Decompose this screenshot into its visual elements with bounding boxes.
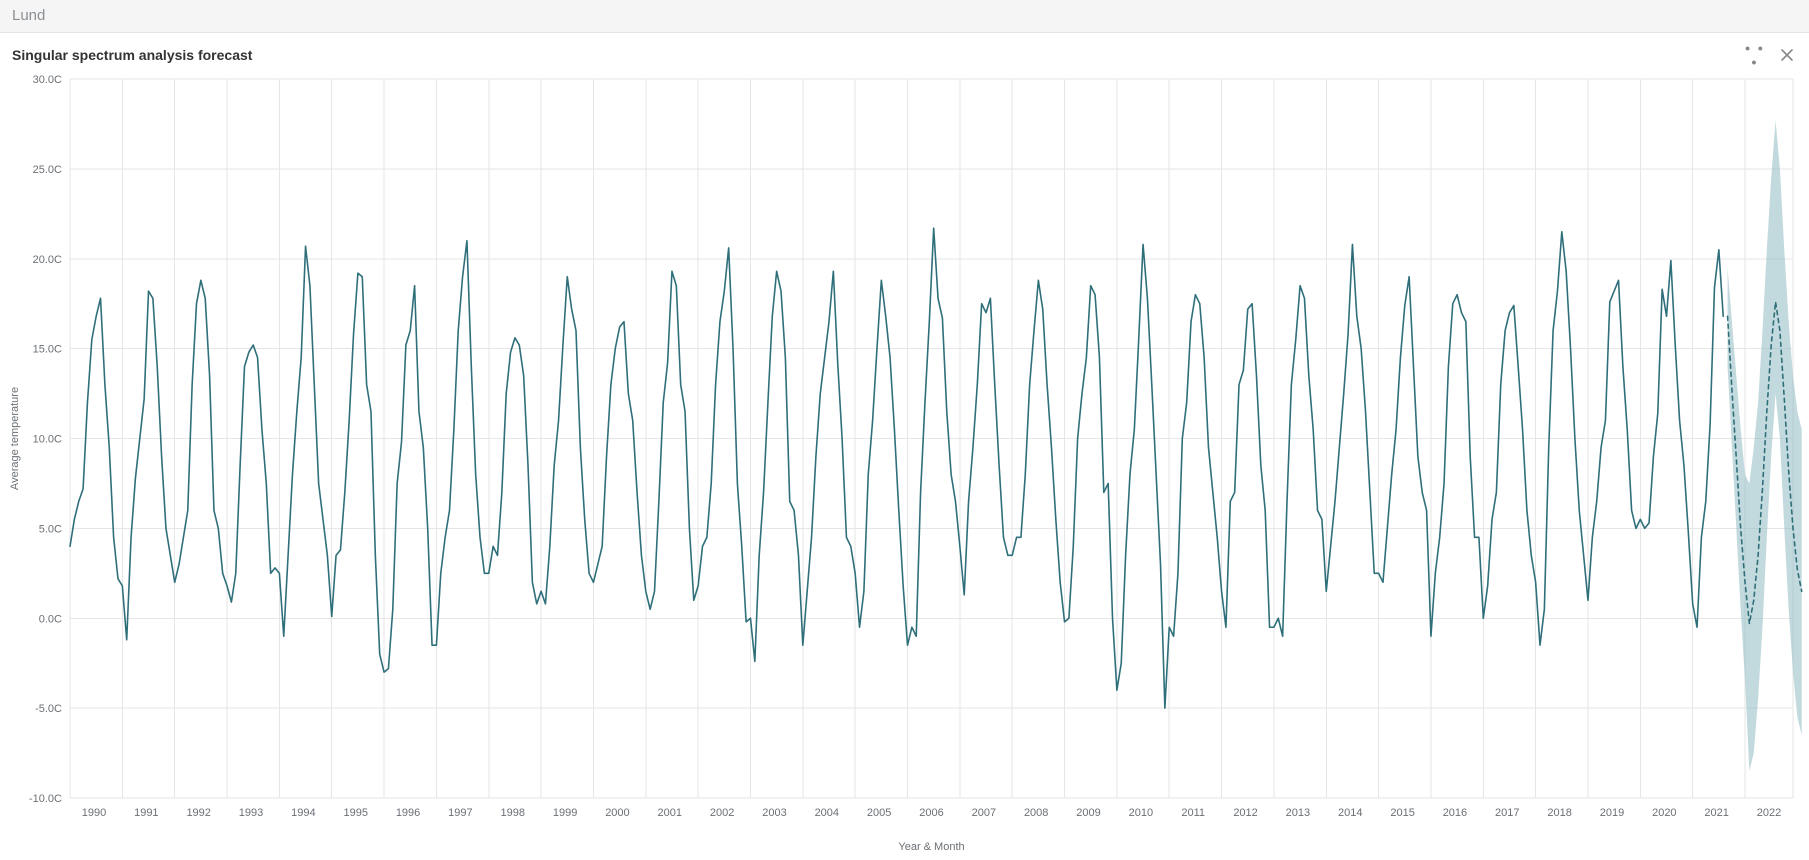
y-tick-label: 5.0C <box>39 523 62 535</box>
x-tick-label: 2007 <box>972 807 996 819</box>
y-tick-label: 0.0C <box>39 613 62 625</box>
x-tick-label: 2020 <box>1652 807 1676 819</box>
x-tick-label: 2018 <box>1547 807 1571 819</box>
x-tick-label: 2010 <box>1129 807 1153 819</box>
x-tick-label: 1996 <box>396 807 420 819</box>
forecast-line-chart: -10.0C -5.0C 0.0C 5.0C 10.0C 15.0C 20.0C 25.0C 3… <box>0 69 1809 860</box>
x-tick-label: 1991 <box>134 807 158 819</box>
x-tick-label: 2021 <box>1704 807 1728 819</box>
x-tick-label: 2001 <box>658 807 682 819</box>
x-tick-label: 2015 <box>1390 807 1414 819</box>
page-title: Lund <box>0 0 1809 33</box>
x-tick-label: 2014 <box>1338 807 1362 819</box>
y-tick-label: -5.0C <box>35 703 62 715</box>
y-tick-label: 30.0C <box>33 74 62 86</box>
x-tick-label: 1995 <box>343 807 367 819</box>
x-tick-label: 1990 <box>82 807 106 819</box>
x-tick-label: 2019 <box>1600 807 1624 819</box>
y-tick-label: 20.0C <box>33 254 62 266</box>
x-tick-label: 2002 <box>710 807 734 819</box>
x-tick-label: 2003 <box>762 807 786 819</box>
x-tick-label: 1999 <box>553 807 577 819</box>
close-icon <box>1780 48 1794 62</box>
x-tick-label: 2008 <box>1024 807 1048 819</box>
x-axis-title: Year & Month <box>898 841 964 853</box>
ellipsis-icon: • • • <box>1745 41 1765 69</box>
card-title: Singular spectrum analysis forecast <box>12 47 252 63</box>
x-tick-label: 2000 <box>605 807 629 819</box>
card-header: Singular spectrum analysis forecast • • … <box>0 33 1809 69</box>
y-tick-label: 10.0C <box>33 434 62 446</box>
y-tick-label: 15.0C <box>33 344 62 356</box>
x-tick-label: 1992 <box>186 807 210 819</box>
x-tick-label: 2004 <box>815 807 839 819</box>
more-options-button[interactable]: • • • <box>1745 45 1765 65</box>
close-button[interactable] <box>1777 45 1797 65</box>
y-axis-title: Average temperature <box>9 387 21 490</box>
y-tick-label: -10.0C <box>29 793 62 805</box>
x-tick-label: 2013 <box>1286 807 1310 819</box>
x-tick-label: 2009 <box>1076 807 1100 819</box>
x-tick-label: 2006 <box>919 807 943 819</box>
x-tick-label: 1998 <box>501 807 525 819</box>
page-title-text: Lund <box>12 7 45 24</box>
x-tick-label: 1994 <box>291 807 315 819</box>
y-tick-label: 25.0C <box>33 164 62 176</box>
x-tick-label: 2005 <box>867 807 891 819</box>
x-tick-label: 2022 <box>1757 807 1781 819</box>
x-tick-label: 1997 <box>448 807 472 819</box>
card-actions: • • • <box>1745 45 1797 65</box>
x-tick-label: 1993 <box>239 807 263 819</box>
chart-area[interactable]: -10.0C -5.0C 0.0C 5.0C 10.0C 15.0C 20.0C 25.0C 3… <box>0 69 1809 860</box>
chart-card: Singular spectrum analysis forecast • • … <box>0 33 1809 860</box>
x-tick-label: 2012 <box>1233 807 1257 819</box>
x-tick-label: 2011 <box>1181 807 1205 819</box>
x-tick-label: 2016 <box>1443 807 1467 819</box>
x-tick-label: 2017 <box>1495 807 1519 819</box>
